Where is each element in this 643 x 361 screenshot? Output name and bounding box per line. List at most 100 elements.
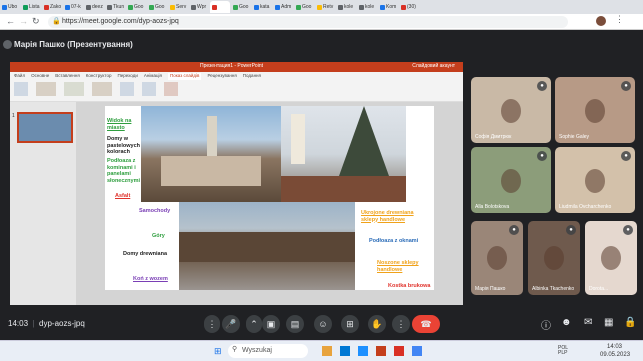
mic-status-icon: ●	[566, 225, 576, 235]
tab-label: Adm	[281, 4, 292, 10]
browser-tab[interactable]: Goo	[126, 1, 146, 13]
participant-name: Софія Дмитрюк	[475, 134, 512, 140]
browser-tab[interactable]: Goo	[231, 1, 251, 13]
more-options-icon[interactable]: ⋮	[392, 315, 410, 333]
participant-tile[interactable]: ● Софія Дмитрюк	[471, 77, 551, 143]
ppt-tab[interactable]: Переходи	[117, 73, 137, 80]
winter-market-photo	[281, 106, 406, 202]
clock-date[interactable]: 09.05.2023	[600, 352, 630, 358]
windows-start-icon[interactable]: ⊞	[214, 346, 222, 357]
info-icon[interactable]: ⓘ	[541, 317, 551, 332]
app-icon[interactable]	[376, 346, 386, 356]
ppt-tab[interactable]: Файл	[14, 73, 25, 80]
people-icon[interactable]: ☻	[561, 317, 572, 328]
forward-icon[interactable]: →	[19, 16, 28, 26]
tab-label: Goo	[155, 4, 165, 10]
tab-favicon-icon	[170, 4, 175, 10]
browser-tab[interactable]: Goo	[147, 1, 167, 13]
tab-favicon-icon	[275, 4, 280, 10]
browser-tab[interactable]	[210, 1, 230, 13]
mic-options-icon[interactable]: ⋮	[204, 315, 220, 333]
browser-tab[interactable]: kole	[357, 1, 377, 13]
ppt-tab[interactable]: Анімація	[144, 73, 162, 80]
browser-tab[interactable]: 07-k	[63, 1, 83, 13]
ribbon-button[interactable]	[14, 82, 28, 96]
chat-icon[interactable]: ✉	[584, 317, 592, 328]
app-icon[interactable]	[412, 346, 422, 356]
reload-icon[interactable]: ↻	[32, 16, 40, 27]
app-icon[interactable]	[322, 346, 332, 356]
camera-icon[interactable]: ▣	[262, 315, 280, 333]
raise-hand-icon[interactable]: ✋	[368, 315, 386, 333]
browser-tab[interactable]: Serv	[168, 1, 188, 13]
participant-tile[interactable]: ● Liudmila Ovcharchenko	[555, 147, 635, 213]
mic-icon[interactable]: 🎤	[222, 315, 240, 333]
tab-favicon-icon	[2, 4, 7, 10]
tab-label: Ubo	[8, 4, 18, 10]
ppt-tab[interactable]: Основне	[31, 73, 49, 80]
mic-status-icon: ●	[623, 225, 633, 235]
participant-tile[interactable]: ● Dorota...	[585, 221, 637, 295]
leave-call-button[interactable]: ☎	[412, 315, 440, 333]
ribbon-button[interactable]	[120, 82, 134, 96]
emoji-icon[interactable]: ☺	[314, 315, 332, 333]
participant-tile[interactable]: ● Albinka Tkachenko	[528, 221, 580, 295]
tab-favicon-icon	[191, 4, 196, 10]
tab-favicon-icon	[338, 4, 343, 10]
clock-time[interactable]: 14:03	[607, 344, 622, 350]
language-indicator[interactable]: POL PLP	[558, 346, 574, 356]
ribbon-button[interactable]	[164, 82, 178, 96]
participant-video	[501, 99, 521, 124]
browser-tab[interactable]: Adm	[273, 1, 293, 13]
mic-status-icon: ●	[509, 225, 519, 235]
ribbon-button[interactable]	[64, 82, 84, 96]
browser-tab[interactable]: (30)	[399, 1, 419, 13]
participant-tile[interactable]: ● Марія Пашко	[471, 221, 523, 295]
activities-icon[interactable]: ▦	[604, 317, 613, 328]
ppt-tab[interactable]: Подання	[243, 73, 261, 80]
browser-tab[interactable]: Retv	[315, 1, 335, 13]
participant-video	[585, 99, 605, 124]
browser-tab[interactable]: Ubo	[0, 1, 20, 13]
tab-label: kole	[365, 4, 375, 10]
participant-video	[544, 246, 564, 271]
app-icon[interactable]	[340, 346, 350, 356]
tab-favicon-icon	[128, 4, 133, 10]
ribbon-button[interactable]	[92, 82, 112, 96]
taskbar-search[interactable]: Wyszukaj	[228, 344, 308, 358]
participant-name: Марія Пашко	[475, 286, 506, 292]
ribbon-button[interactable]	[36, 82, 56, 96]
browser-tab[interactable]: kata	[252, 1, 272, 13]
ppt-tab[interactable]: Конструктор	[86, 73, 112, 80]
app-icon[interactable]	[358, 346, 368, 356]
present-icon[interactable]: ⊞	[341, 315, 359, 333]
tab-label: Goo	[302, 4, 312, 10]
camera-options-icon[interactable]: ⌃	[246, 315, 262, 333]
ppt-tab[interactable]: Рецензування	[207, 73, 236, 80]
browser-tab[interactable]: Lista	[21, 1, 41, 13]
browser-tab[interactable]: Goo	[294, 1, 314, 13]
ppt-tab[interactable]: Вставлення	[55, 73, 80, 80]
participant-tile[interactable]: ● Sophie Galey	[555, 77, 635, 143]
url-input[interactable]: https://meet.google.com/dyp-aozs-jpq	[48, 16, 568, 28]
ribbon-button[interactable]	[142, 82, 156, 96]
app-icon[interactable]	[394, 346, 404, 356]
captions-icon[interactable]: ▤	[286, 315, 304, 333]
browser-tab[interactable]: Kom	[378, 1, 398, 13]
ppt-tab[interactable]: Показ слайдів	[167, 73, 202, 80]
browser-tab[interactable]: kole	[336, 1, 356, 13]
browser-tab[interactable]: Zako	[42, 1, 62, 13]
participant-video	[501, 169, 521, 194]
profile-avatar[interactable]	[596, 16, 606, 26]
browser-tab[interactable]: Wpr	[189, 1, 209, 13]
participant-tile[interactable]: ● Alla Bolotskova	[471, 147, 551, 213]
back-icon[interactable]: ←	[6, 16, 15, 26]
host-controls-icon[interactable]: 🔒	[624, 317, 636, 328]
browser-tab[interactable]: Tkun	[105, 1, 125, 13]
more-menu-icon[interactable]: ⋮	[615, 14, 624, 25]
slide-thumbnail[interactable]	[17, 112, 73, 143]
tab-label: 07-k	[71, 4, 81, 10]
search-icon: ⚲	[232, 346, 238, 353]
browser-tab[interactable]: deez	[84, 1, 104, 13]
slide: Widok na miasto Domy w pastelowych kolor…	[105, 106, 434, 290]
